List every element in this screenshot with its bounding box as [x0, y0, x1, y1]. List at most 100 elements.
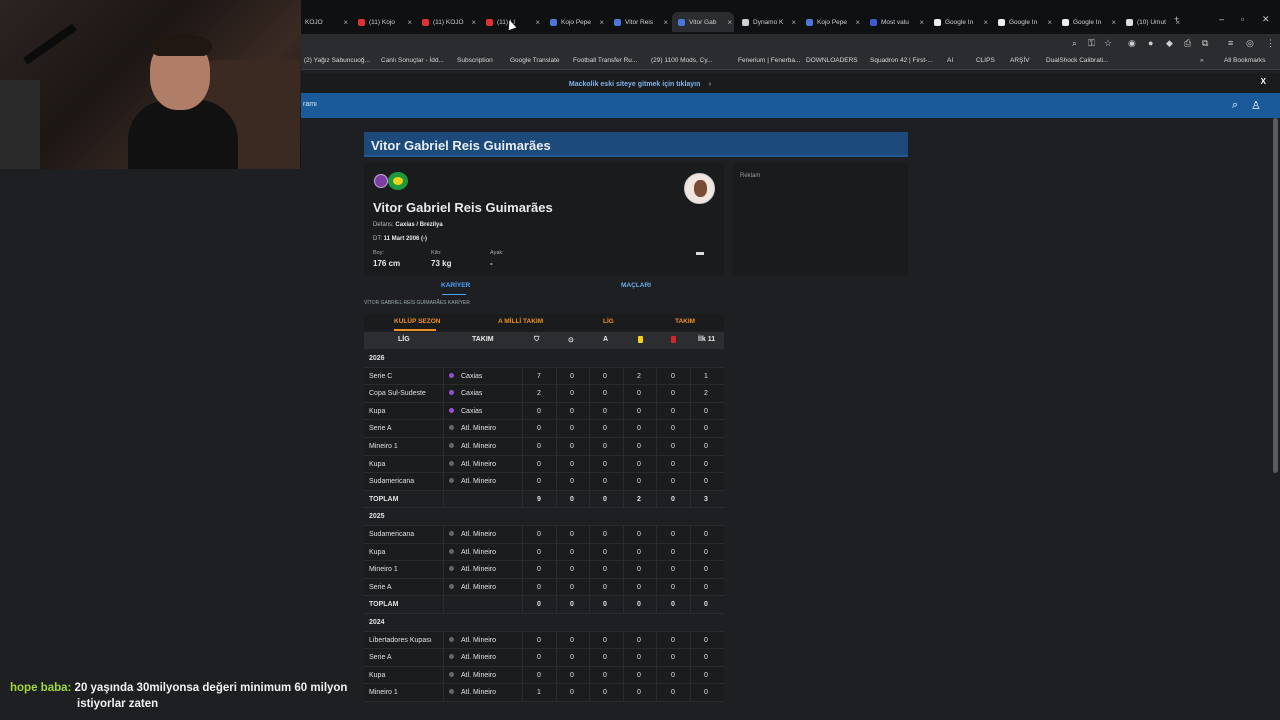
team-name[interactable]: Atl. Mineiro [461, 566, 496, 573]
team-name[interactable]: Caxias [461, 373, 482, 380]
table-row[interactable]: Copa Sul-Sudeste Caxias 2 0 0 0 0 2 [364, 385, 724, 403]
table-row[interactable]: Kupa Atl. Mineiro 0 0 0 0 0 0 [364, 455, 724, 474]
banner-close-button[interactable]: X [1261, 77, 1266, 86]
tab-matches[interactable]: MAÇLARI [621, 282, 651, 289]
close-tab-icon[interactable]: × [855, 18, 860, 27]
more-bookmarks-icon[interactable]: » [1200, 57, 1204, 64]
club-badge-icon[interactable] [374, 174, 388, 188]
table-row[interactable]: Mineiro 1 Atl. Mineiro 1 0 0 0 0 0 [364, 684, 724, 702]
browser-tab[interactable]: (11) KOJO × [416, 12, 478, 32]
page-scrollbar[interactable] [1273, 118, 1278, 473]
minimize-icon[interactable]: – [1219, 14, 1224, 24]
table-row[interactable]: Sudamericana Atl. Mineiro 0 0 0 0 0 0 [364, 473, 724, 491]
user-icon[interactable]: ♙ [1251, 99, 1261, 112]
league-name[interactable]: Kupa [369, 461, 385, 468]
yellow-card-icon[interactable] [638, 336, 643, 343]
browser-tab[interactable]: Vitor Gab × [672, 12, 734, 32]
browser-tab[interactable]: Google In × [1056, 12, 1118, 32]
bookmark-item[interactable]: All Bookmarks [1224, 57, 1266, 64]
league-name[interactable]: Kupa [369, 549, 385, 556]
league-name[interactable]: Libertadores Kupası [369, 637, 432, 644]
league-name[interactable]: Mineiro 1 [369, 443, 398, 450]
bookmark-item[interactable]: ARŞİV [1010, 57, 1030, 64]
table-row[interactable]: Serie C Caxias 7 0 0 2 0 1 [364, 367, 724, 386]
close-tab-icon[interactable]: × [663, 18, 668, 27]
close-tab-icon[interactable]: × [535, 18, 540, 27]
col-league[interactable]: LİG [398, 336, 410, 343]
bookmark-item[interactable]: DOWNLOADERS [806, 57, 858, 64]
password-icon[interactable]: ⚿ [1088, 38, 1095, 49]
table-row[interactable]: Kupa Atl. Mineiro 0 0 0 0 0 0 [364, 666, 724, 685]
close-tab-icon[interactable]: × [343, 18, 348, 27]
league-name[interactable]: Sudamericana [369, 478, 414, 485]
old-site-link[interactable]: Mackolik eski siteye gitmek için tıklayı… [569, 81, 701, 88]
team-name[interactable]: Atl. Mineiro [461, 584, 496, 591]
extension-icon[interactable]: ◆ [1166, 38, 1173, 49]
close-tab-icon[interactable]: × [599, 18, 604, 27]
bookmark-item[interactable]: DualShock Calibrati... [1046, 57, 1109, 64]
team-name[interactable]: Atl. Mineiro [461, 478, 496, 485]
team-name[interactable]: Atl. Mineiro [461, 637, 496, 644]
bookmark-item[interactable]: CLIPS [976, 57, 995, 64]
bookmark-item[interactable]: AI [947, 57, 953, 64]
subtab-league[interactable]: LİG [603, 318, 614, 325]
jersey-icon[interactable]: ⛉ [534, 336, 539, 344]
table-row[interactable]: Serie A Atl. Mineiro 0 0 0 0 0 0 [364, 649, 724, 667]
print-icon[interactable]: ⎙ [1184, 38, 1191, 49]
col-assists[interactable]: A [603, 336, 608, 343]
table-row[interactable]: Sudamericana Atl. Mineiro 0 0 0 0 0 0 [364, 525, 724, 544]
team-name[interactable]: Caxias [461, 390, 482, 397]
bookmark-item[interactable]: Canlı Sonuçlar - İdd... [381, 57, 444, 64]
browser-tab[interactable]: (11) Kojo × [352, 12, 414, 32]
league-name[interactable]: Serie A [369, 425, 392, 432]
team-name[interactable]: Atl. Mineiro [461, 461, 496, 468]
close-tab-icon[interactable]: × [727, 18, 732, 27]
close-tab-icon[interactable]: × [1111, 18, 1116, 27]
table-row[interactable]: Libertadores Kupası Atl. Mineiro 0 0 0 0 0 0 [364, 631, 724, 650]
browser-tab[interactable]: Google In × [992, 12, 1054, 32]
team-name[interactable]: Atl. Mineiro [461, 689, 496, 696]
bookmark-item[interactable]: (2) Yağız Sabuncuoğ... [304, 57, 370, 64]
bookmark-item[interactable]: Google Translate [510, 57, 560, 64]
browser-tab[interactable]: Google In × [928, 12, 990, 32]
close-tab-icon[interactable]: × [1047, 18, 1052, 27]
team-name[interactable]: Caxias [461, 408, 482, 415]
subtab-team[interactable]: TAKIM [675, 318, 695, 325]
brazil-flag-icon[interactable] [388, 172, 408, 190]
col-team[interactable]: TAKIM [472, 336, 494, 343]
league-name[interactable]: Mineiro 1 [369, 566, 398, 573]
team-name[interactable]: Atl. Mineiro [461, 672, 496, 679]
red-card-icon[interactable] [671, 336, 676, 343]
bookmark-item[interactable]: (29) 1100 Mods, Cy... [651, 57, 713, 64]
league-name[interactable]: Serie A [369, 584, 392, 591]
ball-icon[interactable]: ⊙ [568, 336, 574, 344]
table-row[interactable]: Serie A Atl. Mineiro 0 0 0 0 0 0 [364, 420, 724, 438]
team-name[interactable]: Atl. Mineiro [461, 549, 496, 556]
sidebar-icon[interactable]: ≡ [1228, 38, 1233, 48]
team-name[interactable]: Atl. Mineiro [461, 443, 496, 450]
menu-icon[interactable]: ⋮ [1266, 38, 1275, 49]
tab-career[interactable]: KARİYER [441, 282, 470, 289]
puzzle-icon[interactable]: ⧉ [1202, 38, 1208, 49]
league-name[interactable]: Copa Sul-Sudeste [369, 390, 426, 397]
col-first11[interactable]: İlk 11 [698, 336, 715, 343]
new-tab-icon[interactable]: + [1174, 14, 1179, 24]
browser-tab[interactable]: Kojo Pepe × [544, 12, 606, 32]
table-row[interactable]: Kupa Caxias 0 0 0 0 0 0 [364, 402, 724, 421]
close-tab-icon[interactable]: × [919, 18, 924, 27]
maximize-icon[interactable]: ▫ [1241, 14, 1244, 24]
bookmark-item[interactable]: Subscription [457, 57, 493, 64]
close-window-icon[interactable]: ✕ [1262, 14, 1270, 25]
browser-tab[interactable]: (10) Umut × [1120, 12, 1182, 32]
browser-tab[interactable]: Dynamo K × [736, 12, 798, 32]
table-row[interactable]: Mineiro 1 Atl. Mineiro 0 0 0 0 0 0 [364, 561, 724, 579]
profile-icon[interactable]: ◎ [1246, 38, 1254, 49]
team-name[interactable]: Atl. Mineiro [461, 425, 496, 432]
browser-tab[interactable]: Vitor Reis × [608, 12, 670, 32]
browser-tab[interactable]: Kojo Pepe × [800, 12, 862, 32]
close-tab-icon[interactable]: × [407, 18, 412, 27]
team-name[interactable]: Atl. Mineiro [461, 531, 496, 538]
search-icon[interactable]: ⌕ [1232, 99, 1238, 112]
close-tab-icon[interactable]: × [471, 18, 476, 27]
extension-icon[interactable]: ● [1148, 38, 1153, 48]
